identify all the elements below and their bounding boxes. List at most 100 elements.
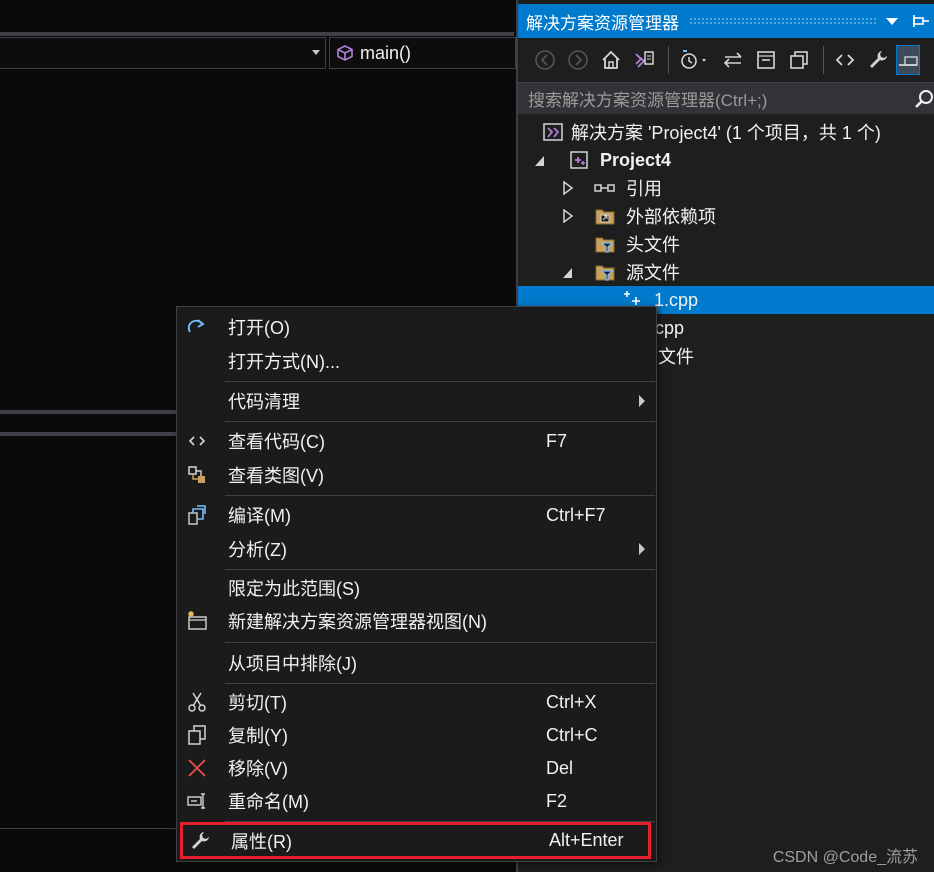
compile-icon [185, 503, 209, 527]
solution-explorer-toolbar [518, 38, 934, 82]
divider [0, 432, 178, 436]
menu-item-label: 编译(M) [228, 506, 291, 526]
collapsed-triangle-icon[interactable] [562, 181, 574, 195]
submenu-arrow-icon [639, 395, 645, 407]
menu-separator [225, 495, 655, 496]
menu-item-scope-to-this[interactable]: 限定为此范围(S) [177, 572, 656, 604]
menu-separator [225, 569, 655, 570]
submenu-arrow-icon [639, 543, 645, 555]
menu-item-view-class-diagram[interactable]: 查看类图(V) [177, 459, 656, 491]
show-all-files-icon [790, 51, 808, 69]
properties-button[interactable] [863, 45, 893, 75]
remove-x-icon [185, 756, 209, 780]
rename-icon [185, 789, 209, 813]
method-cube-icon [337, 45, 353, 61]
sync-with-active-document-button[interactable] [718, 45, 748, 75]
tree-item-solution[interactable]: 解决方案 'Project4' (1 个项目，共 1 个) [518, 118, 934, 146]
back-button[interactable] [530, 45, 560, 75]
menu-item-remove[interactable]: 移除(V) Del [177, 752, 656, 784]
project-icon [570, 151, 588, 169]
forward-button[interactable] [563, 45, 593, 75]
references-icon [594, 184, 615, 192]
menu-item-label: 剪切(T) [228, 693, 287, 713]
pending-changes-filter-button[interactable] [675, 45, 715, 75]
new-view-icon [185, 609, 209, 633]
home-button[interactable] [596, 45, 626, 75]
back-arrow-icon [535, 50, 555, 70]
menu-item-shortcut: F2 [546, 790, 568, 811]
menu-item-shortcut: F7 [546, 430, 568, 451]
menu-item-exclude-from-project[interactable]: 从项目中排除(J) [177, 647, 656, 679]
class-diagram-icon [185, 463, 209, 487]
menu-item-label: 从项目中排除(J) [228, 654, 357, 674]
open-arrow-icon [185, 315, 209, 339]
expanded-triangle-icon[interactable] [534, 154, 546, 168]
menu-item-label: 打开(O) [228, 318, 290, 338]
menu-item-open[interactable]: 打开(O) [177, 311, 656, 343]
tree-item-external-deps[interactable]: 外部依赖项 [518, 202, 934, 230]
filter-folder-icon [595, 237, 615, 253]
menu-item-label: 查看类图(V) [228, 466, 324, 486]
search-placeholder: 搜索解决方案资源管理器(Ctrl+;) [528, 91, 768, 110]
scissors-icon [185, 690, 209, 714]
divider [0, 828, 178, 829]
menu-item-shortcut: Ctrl+F7 [546, 504, 606, 525]
member-dropdown-label: main() [360, 42, 412, 63]
chevron-down-icon [312, 50, 320, 55]
menu-item-label: 属性(R) [231, 831, 292, 852]
title-grip [689, 17, 876, 25]
menu-separator [225, 421, 655, 422]
vs-solution-views-icon [635, 51, 654, 68]
scope-dropdown[interactable] [0, 37, 326, 69]
editor-tab-strip-border [0, 32, 514, 36]
tree-item-references[interactable]: 引用 [518, 174, 934, 202]
menu-item-view-code[interactable]: 查看代码(C) F7 [177, 425, 656, 457]
tree-item-source-files[interactable]: 源文件 [518, 258, 934, 286]
watermark: CSDN @Code_流苏 [772, 849, 918, 866]
menu-item-new-explorer-view[interactable]: 新建解决方案资源管理器视图(N) [177, 605, 656, 637]
menu-item-analyze[interactable]: 分析(Z) [177, 533, 656, 565]
context-menu: 打开(O) 打开方式(N)... 代码清理 查看代码(C) F7 查看类图(V)… [176, 306, 657, 862]
menu-item-label: 新建解决方案资源管理器视图(N) [228, 612, 487, 632]
tree-item-label: 源文件 [626, 263, 680, 283]
menu-item-label: 分析(Z) [228, 540, 287, 560]
search-icon[interactable] [914, 89, 934, 109]
toolbar-separator [823, 46, 824, 74]
tree-item-project[interactable]: Project4 [518, 146, 934, 174]
menu-item-open-with[interactable]: 打开方式(N)... [177, 345, 656, 377]
menu-separator [225, 642, 655, 643]
tree-item-label: 外部依赖项 [626, 207, 716, 227]
preview-selected-items-button[interactable] [896, 45, 920, 75]
menu-item-label: 复制(Y) [228, 726, 288, 746]
tree-item-header-files[interactable]: 头文件 [518, 230, 934, 258]
menu-item-label: 重命名(M) [228, 792, 309, 812]
menu-separator [225, 683, 655, 684]
tree-item-label: 头文件 [626, 235, 680, 255]
view-code-button[interactable] [830, 45, 860, 75]
filter-folder-icon [595, 265, 615, 281]
window-position-dropdown-icon[interactable] [886, 17, 898, 25]
preview-icon [899, 56, 918, 66]
show-all-files-button[interactable] [784, 45, 814, 75]
switch-views-button[interactable] [629, 45, 659, 75]
menu-item-cut[interactable]: 剪切(T) Ctrl+X [177, 686, 656, 718]
solution-explorer-titlebar[interactable]: 解决方案资源管理器 [518, 4, 934, 38]
menu-item-label: 查看代码(C) [228, 432, 325, 452]
collapsed-triangle-icon[interactable] [562, 209, 574, 223]
expanded-triangle-icon[interactable] [562, 266, 574, 280]
solution-search-box[interactable]: 搜索解决方案资源管理器(Ctrl+;) [518, 82, 934, 114]
menu-item-properties[interactable]: 属性(R) Alt+Enter [180, 822, 651, 859]
menu-item-shortcut: Ctrl+X [546, 691, 597, 712]
member-dropdown[interactable]: main() [329, 37, 516, 69]
divider [0, 410, 178, 414]
menu-item-label: 限定为此范围(S) [228, 579, 360, 599]
menu-separator [225, 381, 655, 382]
menu-item-copy[interactable]: 复制(Y) Ctrl+C [177, 719, 656, 751]
pin-icon[interactable] [912, 14, 930, 28]
collapse-all-button[interactable] [751, 45, 781, 75]
tree-item-label: 引用 [626, 179, 662, 199]
wrench-icon [870, 51, 887, 68]
menu-item-rename[interactable]: 重命名(M) F2 [177, 785, 656, 817]
menu-item-code-cleanup[interactable]: 代码清理 [177, 385, 656, 417]
menu-item-compile[interactable]: 编译(M) Ctrl+F7 [177, 499, 656, 531]
